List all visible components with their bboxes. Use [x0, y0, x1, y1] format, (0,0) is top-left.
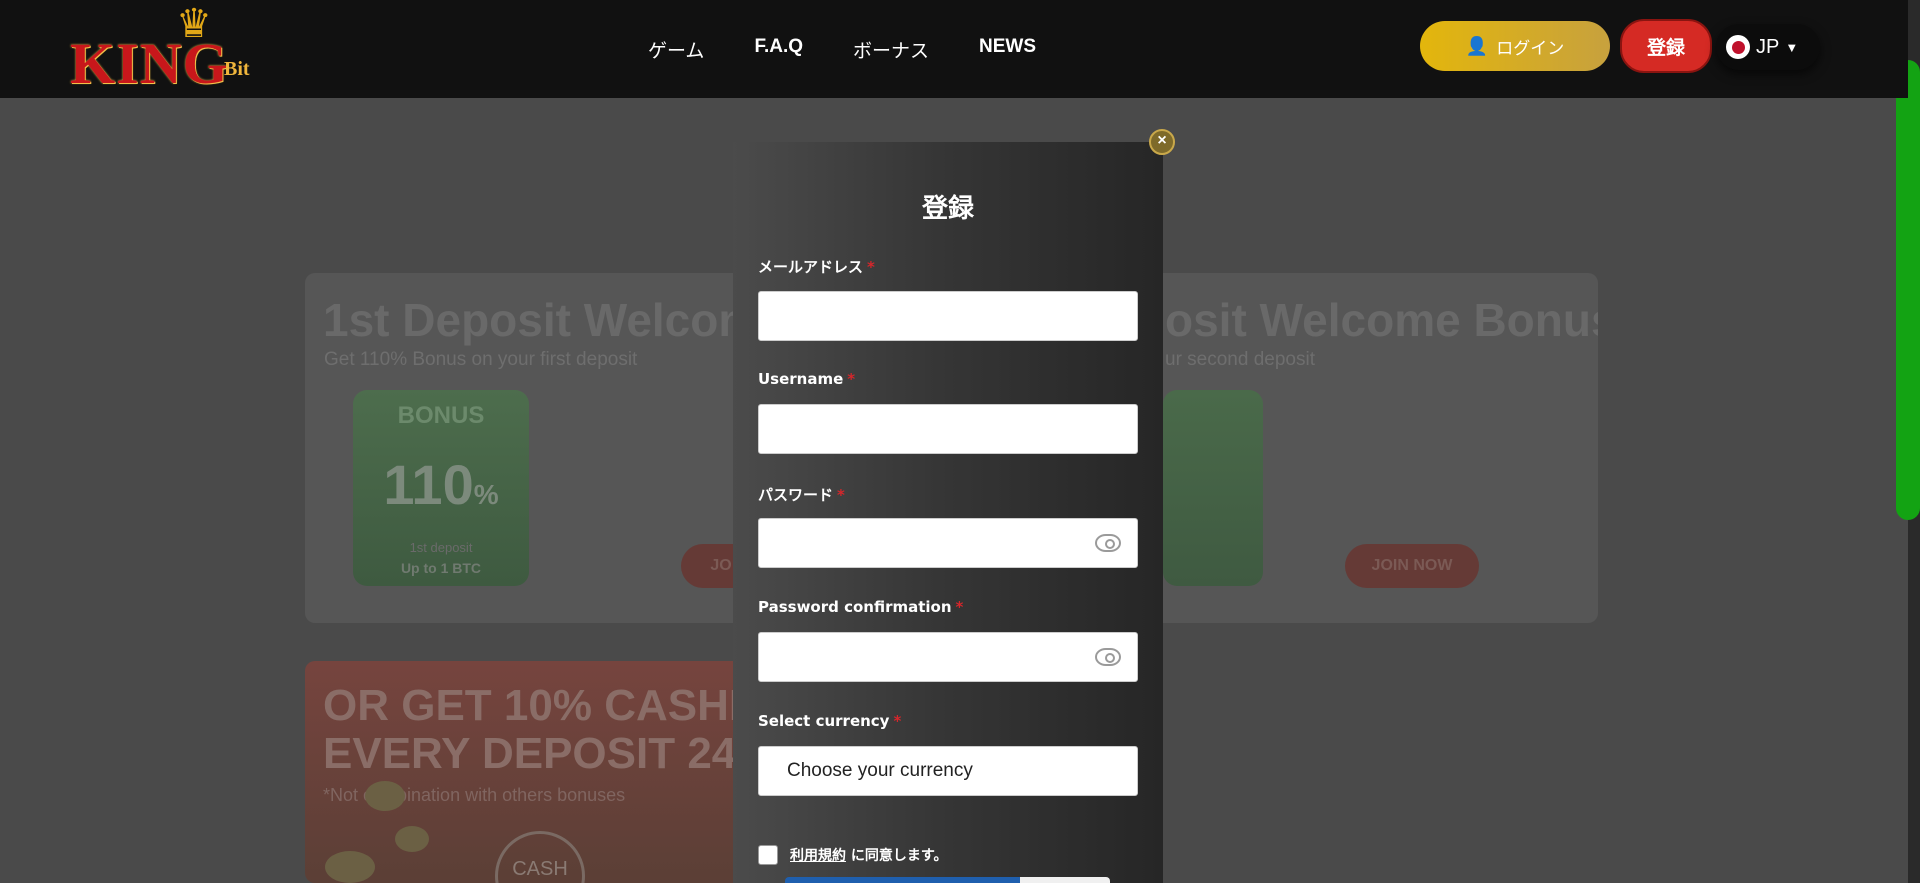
page-scrollbar-thumb[interactable]: [1896, 60, 1920, 520]
user-icon: 👤: [1465, 35, 1489, 57]
eye-icon[interactable]: [1095, 534, 1121, 552]
register-button[interactable]: 登録: [1620, 19, 1712, 73]
bonus-badge-upto: Up to 1 BTC: [400, 560, 482, 576]
email-label: メールアドレス *: [758, 256, 875, 277]
submit-button-secondary-part[interactable]: [1020, 877, 1110, 883]
required-mark: *: [893, 712, 902, 730]
coin-decoration: [325, 851, 375, 883]
bonus-percent-value: 110: [383, 453, 474, 516]
promo-title-first-deposit: 1st Deposit Welcome: [323, 294, 785, 346]
nav-news[interactable]: NEWS: [979, 36, 1036, 63]
close-modal-button[interactable]: ×: [1149, 129, 1175, 155]
bonus-badge-percent: 110%: [353, 452, 529, 517]
password-input[interactable]: [758, 518, 1138, 568]
required-mark: *: [847, 370, 856, 388]
bonus-badge-small: 1st deposit: [409, 540, 473, 555]
currency-select[interactable]: Choose your currency: [758, 746, 1138, 796]
submit-button-primary-part[interactable]: [785, 877, 1020, 883]
email-input[interactable]: [758, 291, 1138, 341]
terms-row: 利用規約 に同意します。: [758, 845, 947, 865]
bonus-badge-title: BONUS: [397, 402, 485, 429]
cashback-title-line1: OR GET 10% CASHB: [323, 681, 761, 730]
password-confirm-label-text: Password confirmation: [758, 598, 952, 616]
email-label-text: メールアドレス: [758, 258, 864, 276]
required-mark: *: [867, 258, 875, 276]
coin-decoration: [395, 826, 429, 852]
login-button[interactable]: 👤 ログイン: [1420, 21, 1610, 71]
bonus-badge-second: [1163, 390, 1263, 586]
terms-checkbox[interactable]: [758, 845, 778, 865]
password-confirm-input[interactable]: [758, 632, 1138, 682]
password-confirm-label: Password confirmation *: [758, 598, 963, 616]
language-code: JP: [1756, 35, 1780, 58]
main-nav: ゲーム F.A.Q ボーナス NEWS: [648, 36, 1036, 63]
currency-label-text: Select currency: [758, 712, 890, 730]
required-mark: *: [837, 486, 845, 504]
promo-card-cashback: OR GET 10% CASHB EVERY DEPOSIT 24/ *Not …: [305, 661, 805, 883]
username-label-text: Username: [758, 370, 844, 388]
terms-link[interactable]: 利用規約: [790, 848, 846, 864]
language-selector[interactable]: JP ▼: [1716, 24, 1820, 70]
logo-sub-text: Bit: [224, 58, 250, 80]
bonus-percent-sign: %: [473, 479, 499, 510]
coin-decoration: [365, 781, 405, 811]
eye-icon[interactable]: [1095, 648, 1121, 666]
cash-emblem: CASH: [495, 831, 585, 883]
kingbit-logo[interactable]: ♛ KING Bit: [68, 4, 268, 96]
username-label: Username *: [758, 370, 855, 388]
nav-faq[interactable]: F.A.Q: [754, 36, 803, 63]
registration-modal: 登録 メールアドレス * Username * パスワード * Password co…: [733, 142, 1163, 883]
cash-emblem-text: CASH: [512, 858, 568, 880]
promo-sub-second-deposit: ur second deposit: [1165, 349, 1315, 370]
promo-title-second-deposit: osit Welcome Bonus: [1165, 294, 1598, 346]
password-label-text: パスワード: [758, 486, 834, 504]
password-label: パスワード *: [758, 484, 845, 505]
nav-games[interactable]: ゲーム: [648, 36, 704, 63]
submit-button-partial[interactable]: [785, 877, 1110, 883]
username-input[interactable]: [758, 404, 1138, 454]
terms-text: に同意します。: [850, 848, 948, 864]
chevron-down-icon: ▼: [1785, 39, 1799, 55]
promo-sub-first-deposit: Get 110% Bonus on your first deposit: [324, 349, 638, 370]
logo-text: KING: [70, 31, 229, 96]
login-button-label: ログイン: [1496, 38, 1565, 59]
required-mark: *: [955, 598, 964, 616]
join-now-button-right[interactable]: JOIN NOW: [1345, 544, 1479, 588]
japan-flag-icon: [1726, 35, 1750, 59]
cashback-title-line2: EVERY DEPOSIT 24/: [323, 729, 749, 778]
top-navigation-bar: ♛ KING Bit ゲーム F.A.Q ボーナス NEWS 👤 ログイン 登録…: [0, 0, 1908, 98]
currency-label: Select currency *: [758, 712, 901, 730]
nav-bonus[interactable]: ボーナス: [853, 36, 929, 63]
bonus-badge: BONUS 110% 1st deposit Up to 1 BTC: [353, 390, 529, 586]
modal-title: 登録: [921, 194, 974, 224]
